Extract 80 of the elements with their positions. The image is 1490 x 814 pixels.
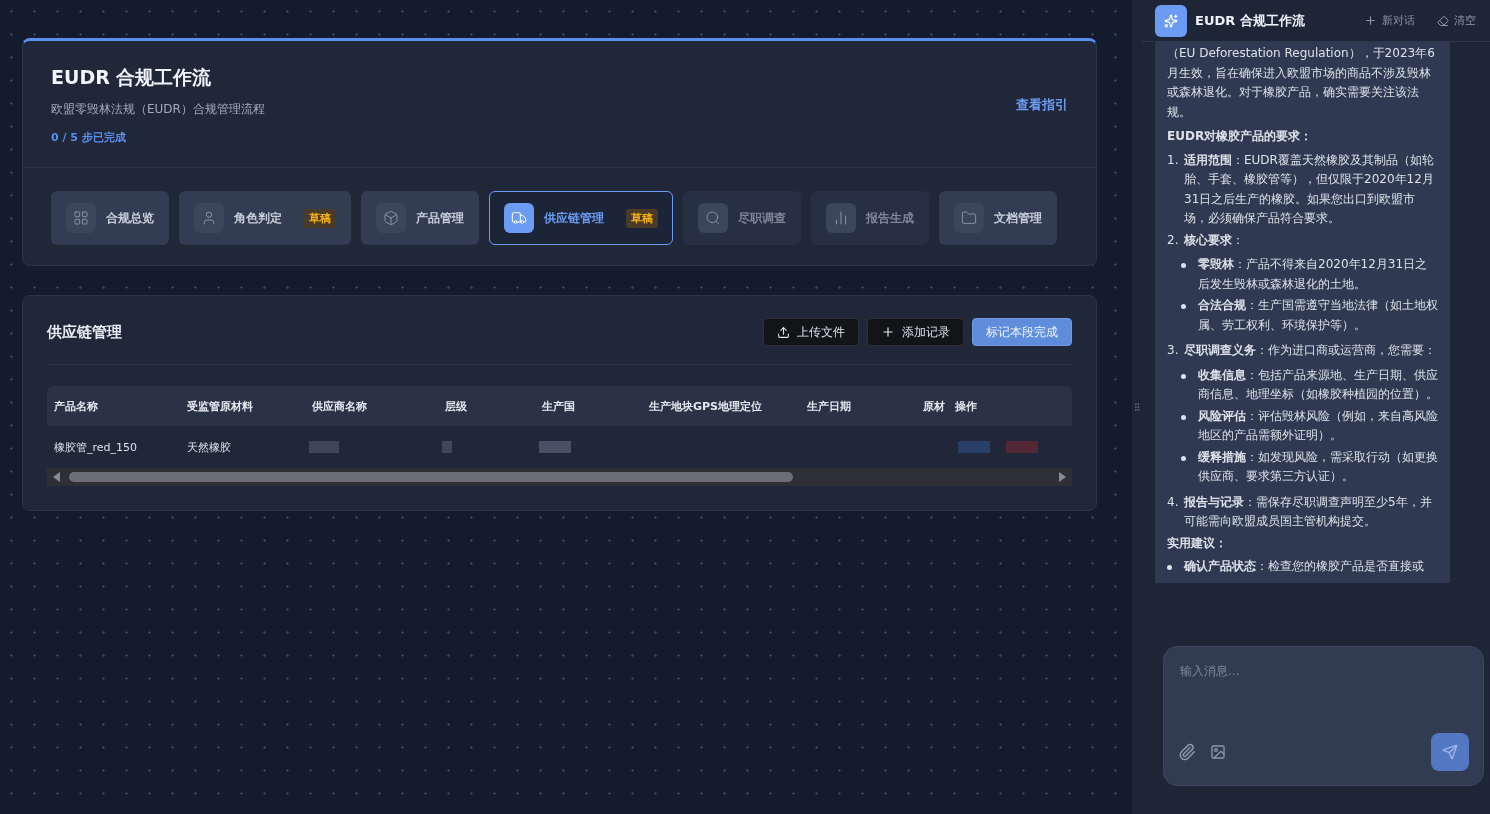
- bullet-dot: [1181, 414, 1186, 420]
- column-header: 产品名称: [53, 398, 99, 414]
- step-tab[interactable]: 产品管理: [361, 191, 479, 245]
- step-icon: [504, 203, 534, 233]
- draft-badge: 草稿: [626, 208, 658, 228]
- bullet-dot: [1181, 263, 1186, 268]
- workflow-subtitle: 欧盟零毁林法规（EUDR）合规管理流程: [51, 101, 265, 118]
- scrollbar-thumb[interactable]: [69, 472, 793, 482]
- mark-complete-button[interactable]: 标记本段完成: [972, 318, 1072, 346]
- eraser-icon: [1437, 14, 1449, 27]
- list-item-text: 缓释措施：如发现风险，需采取行动（如更换供应商、要求第三方认证）。: [1198, 448, 1438, 485]
- bullet-dot: [1181, 304, 1186, 309]
- plus-icon: [881, 325, 895, 339]
- step-tab[interactable]: 供应链管理 草稿: [489, 191, 673, 245]
- upload-button[interactable]: 上传文件: [763, 318, 859, 346]
- redacted-block: [958, 441, 990, 453]
- list-item-text: 合法合规：生产国需遵守当地法律（如土地权属、劳工权利、环境保护等）。: [1198, 297, 1438, 334]
- list-item-text: 风险评估：评估毁林风险（例如，来自高风险地区的产品需额外证明）。: [1198, 407, 1438, 444]
- list-number: 2.: [1167, 231, 1178, 249]
- column-header: 原材: [922, 398, 946, 414]
- list-item-text: 报告与记录：需保存尽职调查声明至少5年，并可能需向欧盟成员国主管机构提交。: [1183, 493, 1433, 530]
- message-composer[interactable]: 输入消息...: [1163, 646, 1484, 786]
- message-heading: EUDR对橡胶产品的要求：: [1167, 128, 1314, 145]
- list-number: 1.: [1167, 151, 1178, 169]
- step-icon: [194, 203, 224, 233]
- step-tab[interactable]: 合规总览: [51, 191, 169, 245]
- section-title: 供应链管理: [47, 322, 122, 342]
- workflow-title: EUDR 合规工作流: [51, 65, 213, 90]
- message-input[interactable]: 输入消息...: [1178, 661, 1469, 733]
- column-header: 操作: [954, 398, 978, 414]
- bullet-dot: [1167, 565, 1172, 570]
- list-number: 4.: [1167, 493, 1178, 511]
- paperclip-icon[interactable]: [1178, 743, 1196, 761]
- scroll-right-icon[interactable]: [1058, 472, 1066, 482]
- column-header: 受监管原材料: [186, 398, 254, 414]
- scroll-left-icon[interactable]: [53, 472, 61, 482]
- drag-handle-icon[interactable]: [1132, 402, 1142, 412]
- column-header: 生产日期: [806, 398, 852, 414]
- step-icon: [826, 203, 856, 233]
- list-item-text: 适用范围：EUDR覆盖天然橡胶及其制品（如轮胎、手套、橡胶管等），但仅限于2020年12月31日之后生产的橡胶。如果您出口到欧盟市场，必须确保产品符合要求。: [1183, 151, 1435, 227]
- step-icon: [698, 203, 728, 233]
- send-icon: [1442, 744, 1458, 760]
- column-header: 生产地块GPS地理定位: [648, 398, 763, 414]
- step-icon: [376, 203, 406, 233]
- add-record-button[interactable]: 添加记录: [867, 318, 964, 346]
- list-item-text: 尽职调查义务：作为进口商或运营商，您需要：: [1183, 342, 1436, 359]
- redacted-block: [309, 441, 339, 453]
- step-tab[interactable]: 角色判定 草稿: [179, 191, 351, 245]
- step-icon: [66, 203, 96, 233]
- guide-link[interactable]: 查看指引: [1016, 96, 1068, 114]
- bullet-dot: [1181, 455, 1186, 461]
- horizontal-scrollbar[interactable]: [47, 468, 1072, 486]
- redacted-block: [539, 441, 571, 453]
- list-number: 3.: [1167, 342, 1178, 359]
- draft-badge: 草稿: [304, 208, 336, 228]
- column-header: 供应商名称: [311, 398, 368, 414]
- redacted-block: [442, 441, 452, 453]
- list-item-text: 零毁林：产品不得来自2020年12月31日之后发生毁林或森林退化的土地。: [1198, 256, 1429, 293]
- step-icon: [954, 203, 984, 233]
- chat-title: EUDR 合规工作流: [1195, 11, 1306, 30]
- table-cell-text: 橡胶管_red_150: [53, 439, 139, 455]
- list-item-text: 收集信息：包括产品来源地、生产日期、供应商信息、地理坐标（如橡胶种植园的位置）。: [1198, 366, 1438, 403]
- table-cell-text: 天然橡胶: [186, 439, 232, 455]
- assistant-logo: [1155, 4, 1187, 37]
- list-item-text: 确认产品状态：检查您的橡胶产品是否直接或: [1184, 558, 1424, 575]
- progress-text: 0 / 5 步已完成: [51, 130, 127, 145]
- clear-button[interactable]: 清空: [1437, 13, 1476, 28]
- message-paragraph: （EU Deforestation Regulation），于2023年6月生效，旨在确保进入欧盟市场的商品不涉及毁林或森林退化。对于橡胶产品，确实需要关注该法规。: [1167, 45, 1436, 121]
- image-icon[interactable]: [1210, 744, 1226, 760]
- step-tab[interactable]: 文档管理: [939, 191, 1057, 245]
- upload-icon: [777, 325, 790, 339]
- column-header: 层级: [444, 398, 468, 414]
- plus-icon: [1364, 14, 1377, 27]
- new-chat-button[interactable]: 新对话: [1364, 13, 1415, 28]
- list-item-text: 核心要求：: [1183, 231, 1244, 249]
- column-header: 生产国: [541, 398, 576, 414]
- bullet-dot: [1181, 373, 1186, 379]
- send-button[interactable]: [1431, 733, 1469, 771]
- message-heading: 实用建议：: [1167, 534, 1228, 552]
- redacted-block: [1006, 441, 1038, 453]
